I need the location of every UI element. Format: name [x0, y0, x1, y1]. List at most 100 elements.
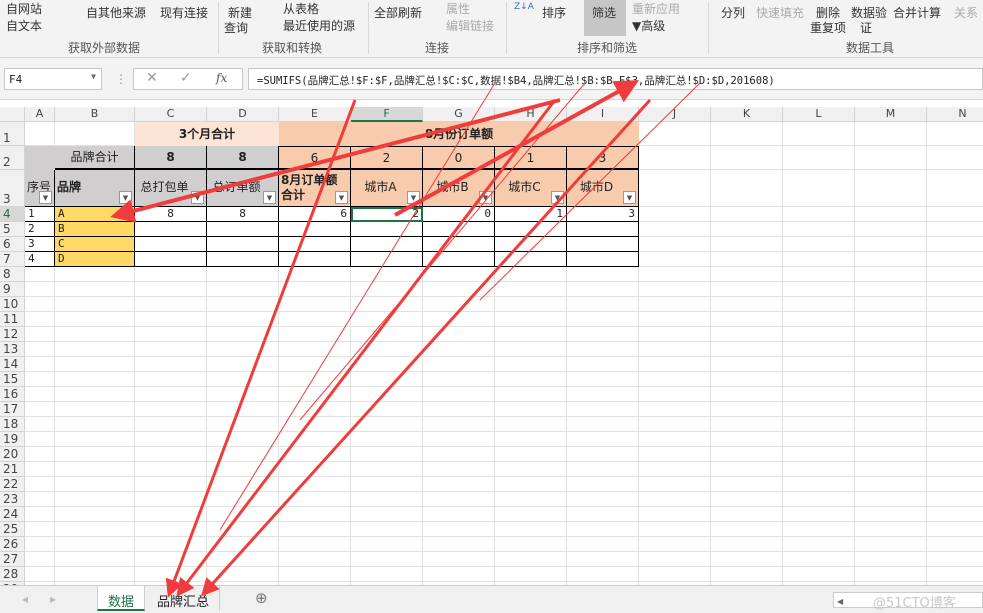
- cell[interactable]: [855, 477, 927, 492]
- refresh-all-button[interactable]: 全部刷新: [374, 4, 422, 21]
- edit-links-button[interactable]: 编辑链接: [446, 17, 494, 34]
- cell[interactable]: [55, 312, 135, 327]
- cell[interactable]: [783, 417, 855, 432]
- row-header[interactable]: 2: [0, 146, 25, 170]
- advanced-filter-button[interactable]: ▼高级: [632, 17, 665, 34]
- cell[interactable]: [279, 552, 351, 567]
- data-cell-C6[interactable]: [135, 237, 207, 252]
- column-header-J[interactable]: J: [639, 107, 711, 122]
- cancel-icon[interactable]: ✕: [146, 70, 158, 86]
- cell[interactable]: [25, 462, 55, 477]
- summary-cell-F[interactable]: 2: [351, 146, 423, 170]
- cell[interactable]: [711, 372, 783, 387]
- data-validation-line2[interactable]: 证: [860, 19, 872, 36]
- column-header-F[interactable]: F: [351, 107, 423, 122]
- cell[interactable]: [855, 567, 927, 582]
- cell[interactable]: [855, 402, 927, 417]
- cell[interactable]: [25, 387, 55, 402]
- column-title-C[interactable]: 总打包单 ▼: [135, 170, 207, 207]
- row-header[interactable]: 16: [0, 387, 25, 402]
- cell[interactable]: [25, 267, 55, 282]
- cell[interactable]: [55, 357, 135, 372]
- cell[interactable]: [783, 207, 855, 222]
- data-cell-B4[interactable]: A: [55, 207, 135, 222]
- cell[interactable]: [55, 402, 135, 417]
- cell[interactable]: [567, 282, 639, 297]
- cell[interactable]: [783, 267, 855, 282]
- other-sources-button[interactable]: 自其他来源: [86, 4, 146, 21]
- filter-dropdown-icon[interactable]: ▼: [191, 191, 204, 204]
- summary-cell-D[interactable]: 8: [207, 146, 279, 170]
- row-header[interactable]: 10: [0, 297, 25, 312]
- cell[interactable]: [711, 447, 783, 462]
- cell[interactable]: [495, 537, 567, 552]
- cell[interactable]: [25, 522, 55, 537]
- from-text-button[interactable]: 自文本: [6, 17, 42, 34]
- cell[interactable]: [711, 402, 783, 417]
- cell[interactable]: [25, 312, 55, 327]
- cell[interactable]: [207, 357, 279, 372]
- cell[interactable]: [495, 492, 567, 507]
- remove-duplicates-line2[interactable]: 重复项: [810, 19, 846, 36]
- cell[interactable]: [423, 267, 495, 282]
- cell[interactable]: [711, 207, 783, 222]
- cell[interactable]: [423, 477, 495, 492]
- cell[interactable]: [639, 567, 711, 582]
- cell[interactable]: [423, 342, 495, 357]
- cell[interactable]: [25, 552, 55, 567]
- cell[interactable]: [567, 552, 639, 567]
- cell[interactable]: [711, 432, 783, 447]
- cell[interactable]: [783, 507, 855, 522]
- cell[interactable]: [639, 492, 711, 507]
- cell[interactable]: [351, 372, 423, 387]
- cell[interactable]: [567, 342, 639, 357]
- cell[interactable]: [55, 567, 135, 582]
- cell[interactable]: [855, 342, 927, 357]
- cell[interactable]: [423, 372, 495, 387]
- cell[interactable]: [639, 537, 711, 552]
- cell[interactable]: [55, 462, 135, 477]
- cell[interactable]: [711, 342, 783, 357]
- cell[interactable]: [783, 447, 855, 462]
- summary-cell-I[interactable]: 3: [567, 146, 639, 170]
- cell[interactable]: [351, 342, 423, 357]
- formula-input[interactable]: =SUMIFS(品牌汇总!$F:$F,品牌汇总!$C:$C,数据!$B4,品牌汇…: [248, 68, 983, 90]
- data-cell-C5[interactable]: [135, 222, 207, 237]
- cell[interactable]: [279, 432, 351, 447]
- row-header[interactable]: 14: [0, 357, 25, 372]
- cell[interactable]: [423, 312, 495, 327]
- tab-brand-summary[interactable]: 品牌汇总: [147, 586, 221, 611]
- cell[interactable]: [639, 207, 711, 222]
- data-cell-H7[interactable]: [495, 252, 567, 267]
- cell[interactable]: [639, 462, 711, 477]
- cell[interactable]: [783, 327, 855, 342]
- data-cell-F6[interactable]: [351, 237, 423, 252]
- cell[interactable]: [423, 492, 495, 507]
- cell[interactable]: [279, 357, 351, 372]
- cell[interactable]: [567, 567, 639, 582]
- flash-fill-button[interactable]: 快速填充: [756, 4, 804, 21]
- cell[interactable]: [207, 282, 279, 297]
- cell[interactable]: [927, 417, 983, 432]
- cell[interactable]: [351, 507, 423, 522]
- cell[interactable]: [639, 477, 711, 492]
- cell[interactable]: [423, 537, 495, 552]
- cell[interactable]: [207, 537, 279, 552]
- cell[interactable]: [279, 387, 351, 402]
- cell[interactable]: [639, 222, 711, 237]
- cell[interactable]: [639, 146, 711, 170]
- cell[interactable]: [135, 387, 207, 402]
- cell[interactable]: [927, 447, 983, 462]
- cell[interactable]: [855, 522, 927, 537]
- cell[interactable]: [711, 537, 783, 552]
- cell[interactable]: [55, 372, 135, 387]
- cell[interactable]: [927, 522, 983, 537]
- filter-dropdown-icon[interactable]: ▼: [407, 191, 420, 204]
- cell[interactable]: [855, 432, 927, 447]
- cell[interactable]: [423, 567, 495, 582]
- row-header[interactable]: 4: [0, 207, 25, 222]
- data-cell-F5[interactable]: [351, 222, 423, 237]
- cell[interactable]: [55, 432, 135, 447]
- cell[interactable]: [351, 567, 423, 582]
- cell[interactable]: [279, 447, 351, 462]
